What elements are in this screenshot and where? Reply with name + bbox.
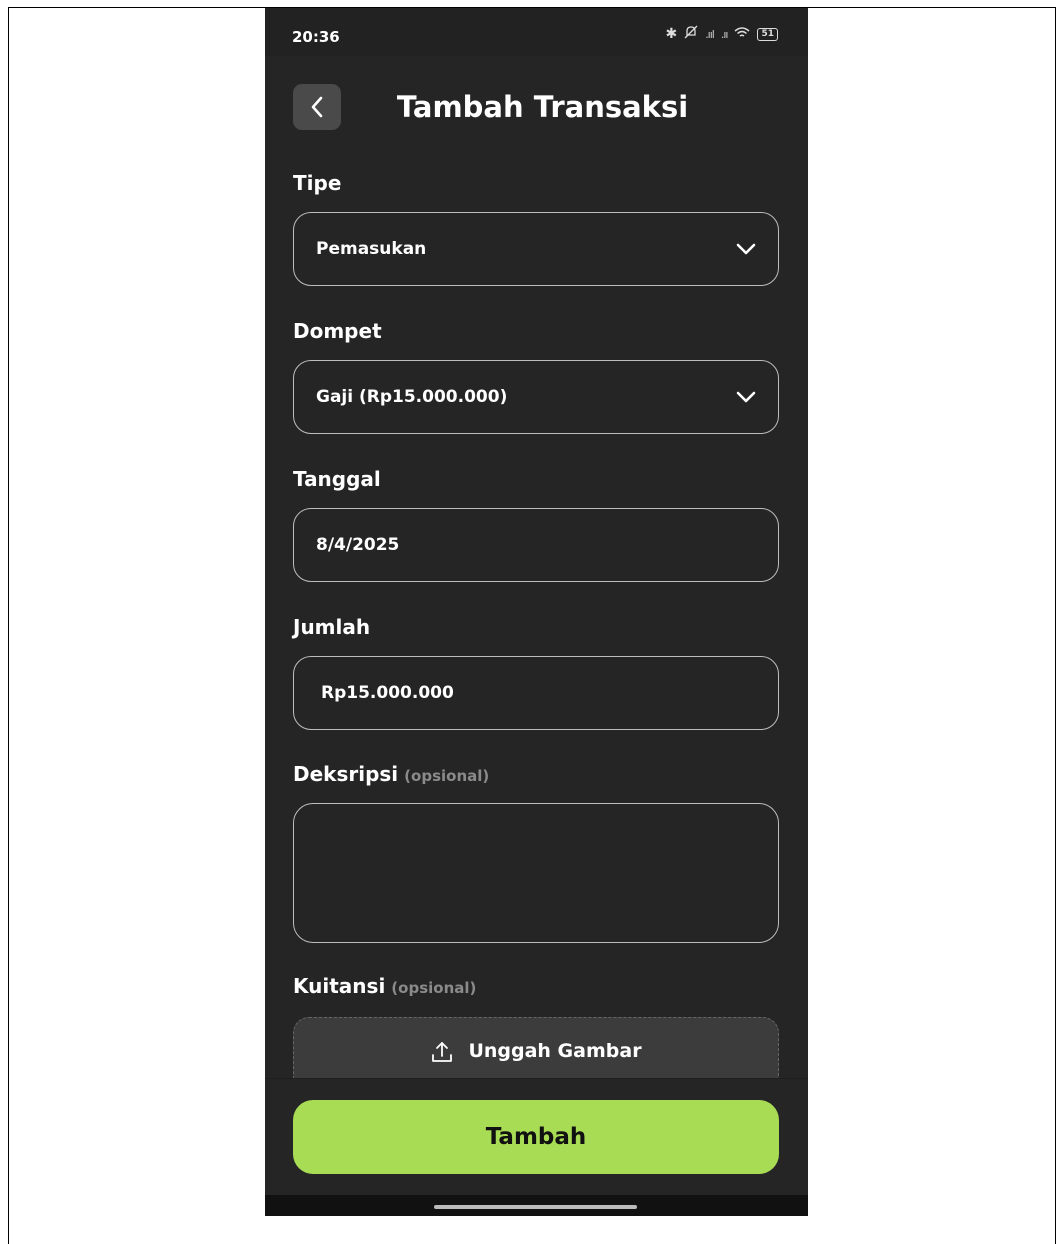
deskripsi-label: Deksripsi (opsional) — [293, 762, 489, 786]
tambah-button-label: Tambah — [485, 1124, 587, 1150]
status-icons: ✱ .ııl .ıı 51 — [665, 25, 778, 43]
jumlah-label-text: Jumlah — [293, 615, 371, 639]
page-title: Tambah Transaksi — [396, 90, 689, 124]
deskripsi-textarea[interactable] — [293, 803, 779, 943]
tanggal-value: 8/4/2025 — [316, 535, 400, 555]
battery-icon: 51 — [757, 27, 778, 41]
status-bar: 20:36 ✱ .ııl .ıı 51 — [265, 8, 808, 56]
tipe-label-text: Tipe — [293, 171, 342, 195]
mute-bell-icon — [684, 25, 698, 43]
tanggal-label: Tanggal — [293, 467, 381, 491]
status-time: 20:36 — [292, 28, 340, 46]
tipe-label: Tipe — [293, 171, 341, 195]
jumlah-input[interactable]: Rp15.000.000 — [293, 656, 779, 730]
kuitansi-label: Kuitansi (opsional) — [293, 974, 476, 998]
chevron-down-icon — [736, 243, 756, 255]
kuitansi-label-text: Kuitansi — [293, 974, 386, 998]
phone-screen: 20:36 ✱ .ııl .ıı 51 Tambah Transaksi Tip… — [265, 8, 808, 1216]
tambah-button[interactable]: Tambah — [293, 1100, 779, 1174]
dompet-label: Dompet — [293, 319, 382, 343]
dompet-select[interactable]: Gaji (Rp15.000.000) — [293, 360, 779, 434]
upload-icon — [432, 1042, 453, 1062]
tipe-value: Pemasukan — [316, 239, 427, 259]
tanggal-field[interactable]: 8/4/2025 — [293, 508, 779, 582]
home-indicator[interactable] — [434, 1205, 637, 1209]
jumlah-label: Jumlah — [293, 615, 370, 639]
deskripsi-optional-hint: (opsional) — [404, 767, 490, 785]
tanggal-label-text: Tanggal — [293, 467, 381, 491]
chevron-down-icon — [736, 391, 756, 403]
dompet-value: Gaji (Rp15.000.000) — [316, 387, 508, 407]
wifi-icon — [734, 26, 750, 43]
signal-2-icon: .ıı — [720, 27, 729, 41]
bluetooth-icon: ✱ — [665, 26, 678, 42]
deskripsi-label-text: Deksripsi — [293, 762, 399, 786]
signal-icon: .ııl — [705, 27, 715, 41]
upload-label: Unggah Gambar — [468, 1040, 642, 1062]
tipe-select[interactable]: Pemasukan — [293, 212, 779, 286]
kuitansi-optional-hint: (opsional) — [391, 979, 477, 997]
dompet-label-text: Dompet — [293, 319, 382, 343]
jumlah-value: Rp15.000.000 — [321, 683, 454, 703]
